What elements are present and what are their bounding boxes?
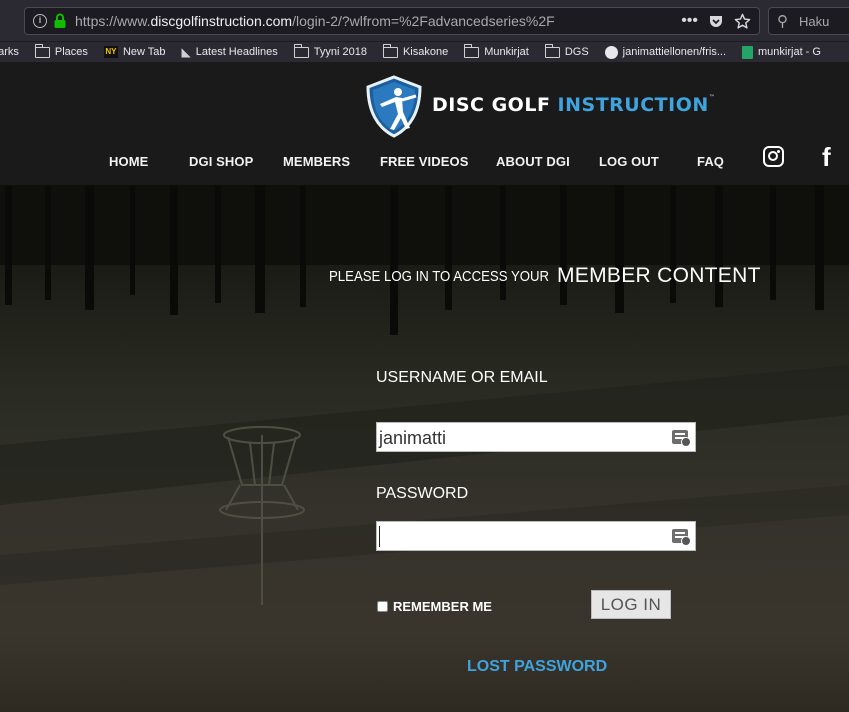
url-prefix: https://www. xyxy=(75,13,151,29)
url-path: /login-2/?wlfrom=%2Fadvancedseries%2F xyxy=(292,13,555,29)
bookmark-item-latest-headlines[interactable]: ◣ Latest Headlines xyxy=(182,45,278,59)
bookmarks-toolbar: narks Places NY New Tab ◣ Latest Headlines… xyxy=(0,42,849,62)
nav-log-out[interactable]: LOG OUT xyxy=(599,154,659,169)
remember-me[interactable]: REMEMBER ME xyxy=(377,599,492,614)
folder-icon xyxy=(34,43,50,58)
nav-about-dgi[interactable]: ABOUT DGI xyxy=(496,154,570,169)
logo-word-instruction: INSTRUCTION xyxy=(557,94,709,116)
login-heading-small: PLEASE LOG IN TO ACCESS YOUR xyxy=(329,268,550,285)
bookmark-label: janimattiellonen/fris... xyxy=(622,46,726,58)
folder-icon xyxy=(382,43,398,58)
password-manager-icon[interactable] xyxy=(672,529,691,546)
bookmark-label: Munkirjat xyxy=(484,46,529,58)
bookmark-label: DGS xyxy=(564,46,589,58)
nav-home[interactable]: HOME xyxy=(109,154,148,169)
bookmark-item-github[interactable]: janimattiellonen/fris... xyxy=(604,45,726,59)
bookmark-label: narks xyxy=(0,46,19,58)
logo-trademark: ™ xyxy=(708,94,716,101)
search-input[interactable]: ⚲ Haku xyxy=(768,7,849,35)
browser-toolbar: i https://www.discgolfinstruction.com/lo… xyxy=(0,0,849,42)
username-value: janimatti xyxy=(379,428,447,448)
ellipsis-icon[interactable]: ••• xyxy=(681,12,698,30)
lock-icon[interactable] xyxy=(53,13,67,29)
folder-icon xyxy=(544,43,560,58)
bookmark-label: New Tab xyxy=(122,46,166,58)
site-header: DISC GOLF INSTRUCTION™ HOME DGI SHOP MEM… xyxy=(0,62,849,185)
nav-faq[interactable]: FAQ xyxy=(697,154,724,169)
remember-me-checkbox[interactable] xyxy=(377,601,388,612)
bookmark-label: Kisakone xyxy=(402,46,449,58)
bookmark-label: Latest Headlines xyxy=(195,46,278,58)
sheets-icon xyxy=(742,45,753,59)
login-button[interactable]: LOG IN xyxy=(591,590,671,619)
login-heading-big: MEMBER CONTENT xyxy=(557,264,761,287)
password-input[interactable] xyxy=(376,521,696,551)
remember-me-label: REMEMBER ME xyxy=(393,599,492,614)
bookmark-item-munkirjat-sheet[interactable]: munkirjat - G xyxy=(742,45,821,59)
search-icon: ⚲ xyxy=(777,13,788,30)
bookmark-label: Tyyni 2018 xyxy=(313,46,367,58)
password-manager-icon[interactable] xyxy=(672,430,691,447)
facebook-icon[interactable]: f xyxy=(822,142,831,173)
nyt-favicon-icon: NY xyxy=(103,46,118,58)
bookmark-item-new-tab[interactable]: NY New Tab xyxy=(103,46,166,58)
info-icon[interactable]: i xyxy=(33,14,47,28)
bookmark-item-kisakone[interactable]: Kisakone xyxy=(382,43,449,58)
web-page: DISC GOLF INSTRUCTION™ HOME DGI SHOP MEM… xyxy=(0,62,849,712)
bookmark-item-tyyni[interactable]: Tyyni 2018 xyxy=(293,43,367,58)
pocket-icon[interactable] xyxy=(708,13,724,29)
username-input[interactable]: janimatti xyxy=(376,422,696,452)
nav-members[interactable]: MEMBERS xyxy=(283,154,350,169)
text-caret xyxy=(379,526,380,547)
nav-dgi-shop[interactable]: DGI SHOP xyxy=(189,154,253,169)
main-nav: HOME DGI SHOP MEMBERS FREE VIDEOS ABOUT … xyxy=(0,154,849,174)
url-text[interactable]: https://www.discgolfinstruction.com/logi… xyxy=(75,13,555,29)
instagram-icon[interactable] xyxy=(763,146,784,167)
logo-wordmark[interactable]: DISC GOLF INSTRUCTION™ xyxy=(432,94,715,116)
logo-shield-icon[interactable] xyxy=(362,74,426,138)
bookmark-item[interactable]: narks xyxy=(0,46,19,58)
folder-icon xyxy=(293,43,309,58)
lost-password-link[interactable]: LOST PASSWORD xyxy=(467,658,607,676)
url-host: discgolfinstruction.com xyxy=(150,13,293,29)
nav-free-videos[interactable]: FREE VIDEOS xyxy=(380,154,469,169)
github-icon xyxy=(604,45,618,59)
bookmark-item-places[interactable]: Places xyxy=(34,43,88,58)
bookmark-label: munkirjat - G xyxy=(758,46,821,58)
search-placeholder: Haku xyxy=(799,14,830,29)
logo-word-disc-golf: DISC GOLF xyxy=(432,94,551,116)
login-heading: PLEASE LOG IN TO ACCESS YOUR MEMBER CONT… xyxy=(329,264,760,287)
username-label: USERNAME OR EMAIL xyxy=(376,369,548,386)
folder-icon xyxy=(464,43,480,58)
bookmark-star-icon[interactable] xyxy=(734,13,751,30)
bookmark-label: Places xyxy=(54,46,88,58)
bookmark-item-munkirjat[interactable]: Munkirjat xyxy=(464,43,529,58)
address-bar[interactable]: i https://www.discgolfinstruction.com/lo… xyxy=(24,7,760,35)
rss-icon: ◣ xyxy=(181,45,191,59)
bookmark-item-dgs[interactable]: DGS xyxy=(544,43,589,58)
password-label: PASSWORD xyxy=(376,485,469,502)
